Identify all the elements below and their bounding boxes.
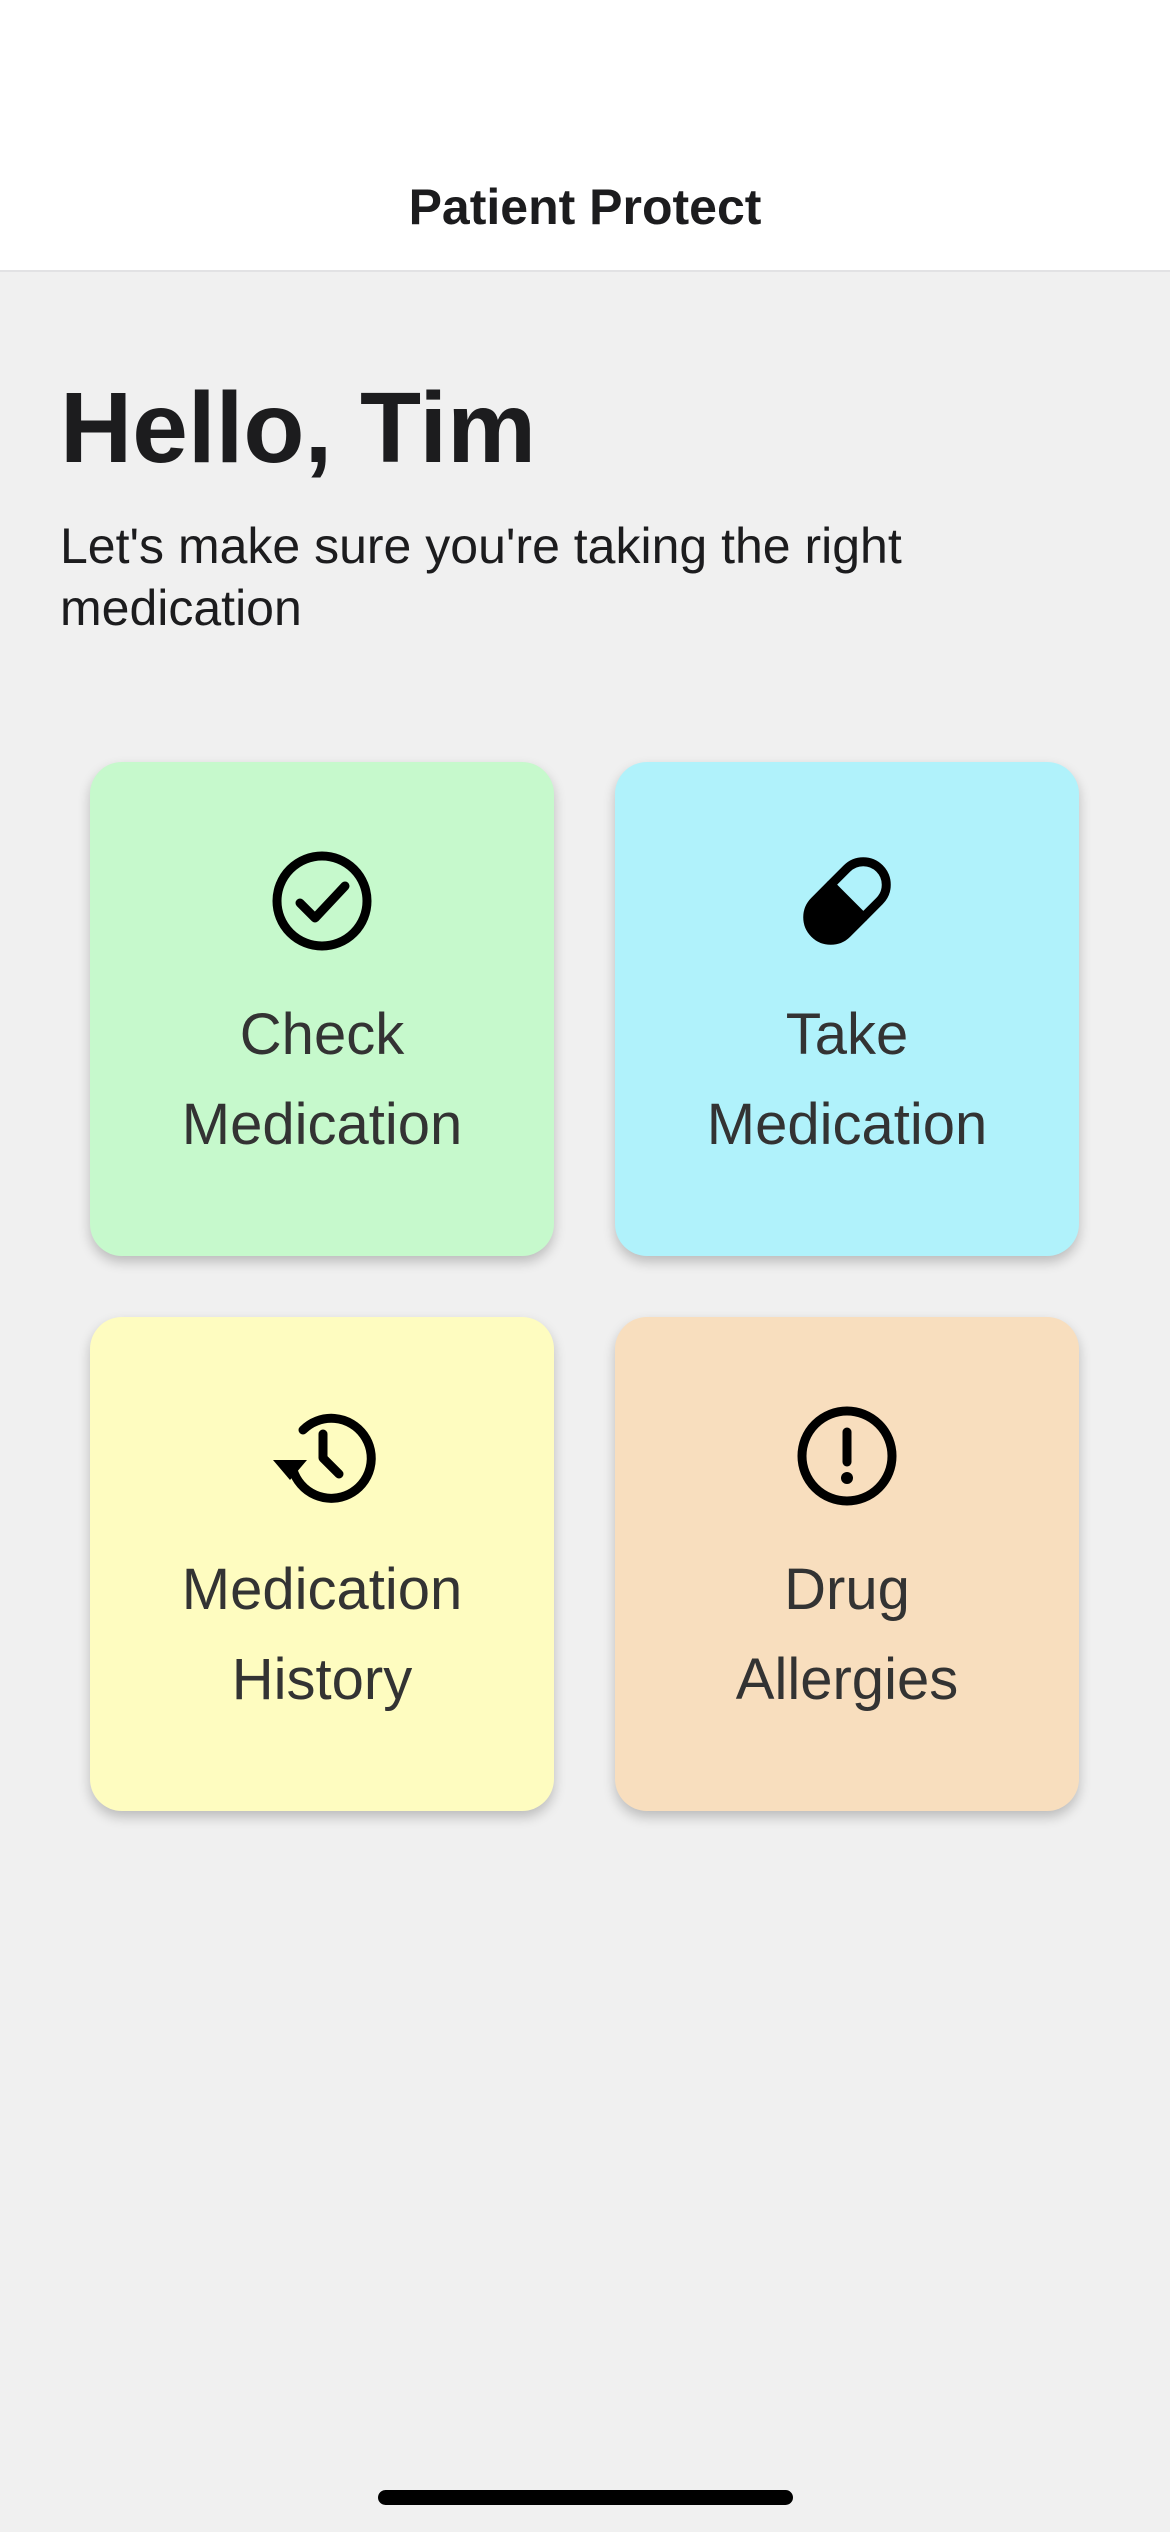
tile-label-line: Check — [239, 1002, 405, 1067]
medication-history-label: Medication History — [120, 1545, 524, 1725]
check-medication-button[interactable]: Check Medication — [90, 762, 554, 1256]
check-medication-label: Check Medication — [120, 990, 524, 1170]
tile-label-line: Drug — [784, 1557, 910, 1622]
drug-allergies-label: Drug Allergies — [645, 1545, 1049, 1725]
greeting-subtitle: Let's make sure you're taking the right … — [60, 518, 902, 636]
tile-label-line: History — [231, 1647, 413, 1712]
tile-label-line: Medication — [181, 1092, 463, 1157]
medication-history-button[interactable]: Medication History — [90, 1317, 554, 1811]
pill-icon — [615, 846, 1079, 956]
take-medication-button[interactable]: Take Medication — [615, 762, 1079, 1256]
greeting-heading: Hello, Tim — [60, 372, 537, 484]
home-indicator[interactable] — [378, 2490, 793, 2505]
drug-allergies-button[interactable]: Drug Allergies — [615, 1317, 1079, 1811]
tile-label-line: Medication — [181, 1557, 463, 1622]
tile-label-line: Take — [785, 1002, 909, 1067]
check-circle-icon — [90, 846, 554, 956]
home-screen: Patient Protect Hello, Tim Let's make su… — [0, 0, 1170, 2532]
tile-label-line: Medication — [706, 1092, 988, 1157]
take-medication-label: Take Medication — [645, 990, 1049, 1170]
tile-label-line: Allergies — [735, 1647, 959, 1712]
navigation-bar: Patient Protect — [0, 0, 1170, 272]
history-icon — [90, 1401, 554, 1511]
page-title: Patient Protect — [408, 179, 762, 235]
alert-circle-icon — [615, 1401, 1079, 1511]
